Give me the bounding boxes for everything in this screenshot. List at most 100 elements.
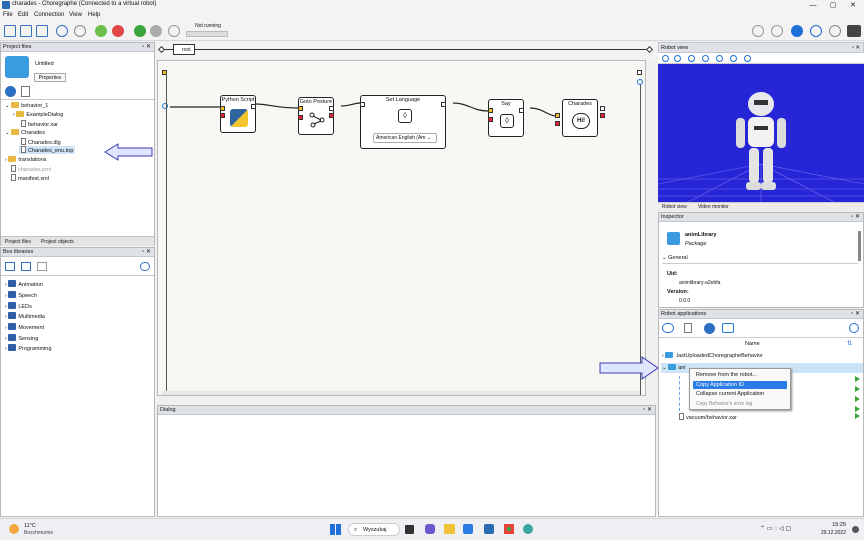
record-icon[interactable] [829,25,841,37]
say-box[interactable]: Say ◊ [488,99,524,137]
tree-item-behavior-1[interactable]: ⌄ behavior_1 [5,102,48,109]
general-section-header[interactable]: ⌄ General [662,255,858,264]
charades-box[interactable]: Charades Hi! [555,99,605,137]
box-failure-port[interactable] [329,113,334,118]
box-stop-port[interactable] [220,113,225,118]
open-project-icon[interactable] [20,25,32,37]
disconnect-icon[interactable] [112,25,124,37]
chat-icon[interactable] [425,524,435,534]
app-icon[interactable] [523,524,533,534]
horizontal-scrollbar[interactable] [162,391,640,395]
app-row-animlibrary[interactable]: ⌄ ani [662,364,685,371]
menu-edit[interactable]: Edit [18,12,28,18]
box-output-port[interactable] [600,106,605,111]
properties-button[interactable]: Properties [34,73,66,82]
menu-connection[interactable]: Connection [34,12,64,18]
language-select[interactable]: American English (Am ⌄ [373,133,437,143]
breadcrumb-root[interactable]: root [173,44,195,55]
tree-item-translations[interactable]: › translations [5,156,47,163]
info-icon[interactable] [662,55,669,62]
tab-robot-view[interactable]: Robot view [662,204,687,210]
inspector-scrollbar[interactable] [858,231,861,261]
delete-app-icon[interactable] [684,323,692,333]
maximize-button[interactable]: ▢ [823,0,843,11]
search-library-icon[interactable] [140,262,150,271]
view-icon[interactable] [688,55,695,62]
posture-icon[interactable] [771,25,783,37]
panel-controls[interactable]: ▫ ✕ [851,213,860,222]
play-behavior-icon[interactable] [855,376,860,382]
sleep-icon[interactable] [810,25,822,37]
open-library-icon[interactable] [21,262,31,271]
tab-project-objects[interactable]: Project objects [41,239,74,245]
debug-icon[interactable] [168,25,180,37]
panel-controls[interactable]: ▫ ✕ [643,406,652,415]
panel-controls[interactable]: ▫ ✕ [851,310,860,319]
package-app-icon[interactable] [722,323,734,333]
tree-item-manifest[interactable]: manifest.xml [11,174,49,182]
box-input-port[interactable] [360,102,365,107]
choregraphe-taskbar-icon[interactable] [484,524,494,534]
rotate-icon[interactable] [702,55,709,62]
box-output-port[interactable] [329,106,334,111]
redo-icon[interactable] [74,25,86,37]
menu-collapse-application[interactable]: Collapse current Application [696,391,764,397]
play-behavior-icon[interactable] [855,396,860,402]
file-explorer-icon[interactable] [444,524,455,534]
box-output-port[interactable] [519,108,524,113]
box-output-port[interactable] [251,104,256,109]
heart-icon[interactable] [791,25,803,37]
save-library-icon[interactable] [37,262,47,271]
search-app-icon[interactable] [849,323,859,333]
box-stop-port[interactable] [298,115,303,120]
play-behavior-icon[interactable] [855,413,860,419]
robot-3d-view[interactable] [657,64,864,203]
new-project-icon[interactable] [4,25,16,37]
library-animation[interactable]: › Animation [5,280,43,288]
library-leds[interactable]: › LEDs [5,302,32,310]
app-row-lastuploaded[interactable]: › .lastUploadedChoregrapheBehavior [662,352,763,359]
python-script-box[interactable]: Python Script [220,95,256,133]
undo-icon[interactable] [56,25,68,37]
library-movement[interactable]: › Movement [5,323,44,331]
edge-icon[interactable] [463,524,473,534]
box-input-port[interactable] [555,113,560,118]
chrome-icon[interactable] [504,524,514,534]
add-app-icon[interactable] [704,323,715,334]
box-stop-port[interactable] [555,121,560,126]
box-input-port[interactable] [220,106,225,111]
set-language-box[interactable]: Set Language ◊ American English (Am ⌄ [360,95,446,149]
save-icon[interactable] [36,25,48,37]
tab-project-files[interactable]: Project files [5,239,31,245]
volume-icon[interactable] [752,25,764,37]
tab-video-monitor[interactable]: Video monitor [698,204,729,210]
menu-copy-error-log[interactable]: Copy Behavior's error log [696,401,752,407]
new-library-icon[interactable] [5,262,15,271]
name-column-header[interactable]: Name [745,341,760,347]
stop-icon[interactable] [150,25,162,37]
library-sensing[interactable]: › Sensing [5,334,38,342]
box-input-port[interactable] [488,108,493,113]
tree-item-charades[interactable]: ⌄ Charades [5,129,45,136]
tray-icons[interactable]: ⌃ ▭ ◌ ◁ ▢ [760,525,791,532]
library-speech[interactable]: › Speech [5,291,37,299]
panel-controls[interactable]: ▫ ✕ [142,43,151,52]
connect-icon[interactable] [95,25,107,37]
tree-item-behavior-xar[interactable]: behavior.xar [21,120,58,128]
weather-icon[interactable] [9,524,19,534]
app-row-vacuum[interactable]: vacuum/behavior.xar [679,413,737,421]
sort-icon[interactable]: ⇅ [847,340,852,347]
box-input-port[interactable] [298,106,303,111]
goto-posture-box[interactable]: Goto Posture [298,97,334,135]
minimize-button[interactable]: — [803,0,823,11]
play-behavior-icon[interactable] [855,406,860,412]
zoom-icon[interactable] [674,55,681,62]
notification-icon[interactable] [852,526,859,533]
upload-icon[interactable] [662,323,674,333]
pan-icon[interactable] [716,55,723,62]
tree-item-charades-dlg[interactable]: Charades.dlg [21,138,61,146]
play-icon[interactable] [134,25,146,37]
menu-remove-from-robot[interactable]: Remove from the robot... [696,372,757,378]
menu-copy-application-id[interactable]: Copy Application ID [696,382,744,388]
task-view-icon[interactable] [405,525,414,534]
